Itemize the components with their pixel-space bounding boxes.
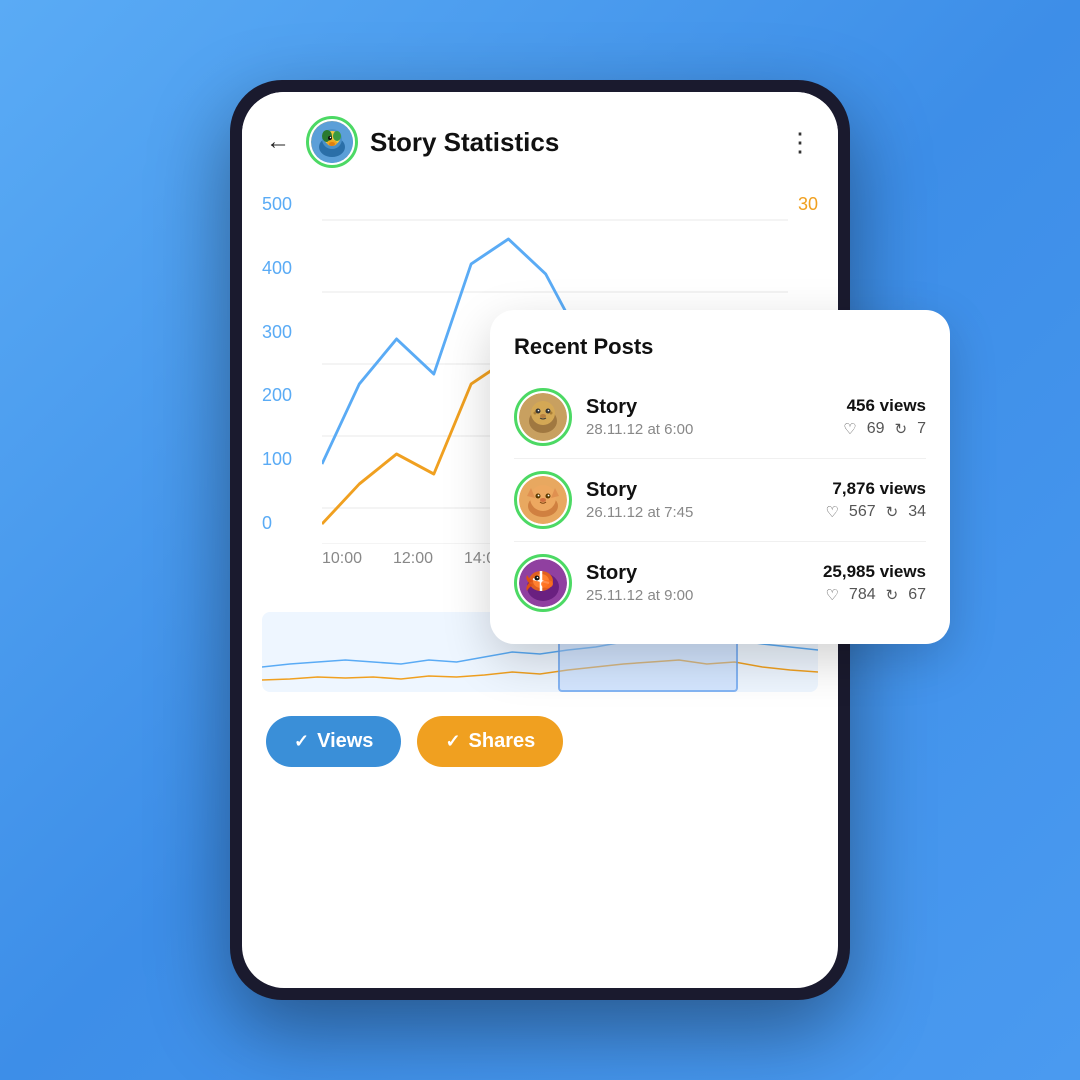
post-info-1: Story 28.11.12 at 6:00 — [586, 396, 829, 438]
parrot-icon — [311, 121, 353, 163]
post-stats-1: 456 views ♡ 69 ↻ 7 — [843, 396, 926, 438]
page-title: Story Statistics — [370, 127, 775, 158]
recent-posts-card: Recent Posts Story — [490, 310, 950, 644]
x-label-1200: 12:00 — [393, 550, 433, 568]
post-stats-2: 7,876 views ♡ 567 ↻ 34 — [825, 479, 926, 521]
post-info-2: Story 26.11.12 at 7:45 — [586, 479, 811, 521]
post-name-2: Story — [586, 479, 811, 502]
y-label-right-30: 30 — [798, 194, 818, 215]
y-axis-left: 500 400 300 200 100 0 — [262, 184, 292, 544]
post-avatar-3 — [519, 559, 567, 607]
recent-posts-title: Recent Posts — [514, 334, 926, 360]
x-label-1000: 10:00 — [322, 550, 362, 568]
post-item-3[interactable]: Story 25.11.12 at 9:00 25,985 views ♡ 78… — [514, 542, 926, 624]
post-date-2: 26.11.12 at 7:45 — [586, 504, 811, 521]
post-engagement-1: ♡ 69 ↻ 7 — [843, 420, 926, 438]
profile-avatar — [311, 121, 353, 163]
share-icon-3: ↻ — [886, 586, 899, 604]
post-views-3: 25,985 views — [823, 562, 926, 582]
shares-count-1: 7 — [917, 420, 926, 438]
post-name-3: Story — [586, 562, 809, 585]
more-options-button[interactable]: ⋮ — [787, 127, 814, 158]
shares-count-3: 67 — [908, 586, 926, 604]
post-avatar-1 — [519, 393, 567, 441]
post-name-1: Story — [586, 396, 829, 419]
post-item-2[interactable]: Story 26.11.12 at 7:45 7,876 views ♡ 567… — [514, 459, 926, 542]
views-label: Views — [317, 730, 373, 753]
y-label-400: 400 — [262, 258, 292, 279]
cat-icon — [519, 476, 567, 524]
profile-avatar-ring — [306, 116, 358, 168]
cheetah-icon — [519, 393, 567, 441]
share-icon-1: ↻ — [895, 420, 908, 438]
header: ← — [242, 92, 838, 184]
shares-count-2: 34 — [908, 503, 926, 521]
y-label-0: 0 — [262, 513, 292, 534]
post-avatar-2 — [519, 476, 567, 524]
post-date-1: 28.11.12 at 6:00 — [586, 421, 829, 438]
y-label-200: 200 — [262, 385, 292, 406]
shares-checkmark: ✓ — [445, 731, 460, 752]
likes-count-1: 69 — [867, 420, 885, 438]
post-views-2: 7,876 views — [825, 479, 926, 499]
post-stats-3: 25,985 views ♡ 784 ↻ 67 — [823, 562, 926, 604]
heart-icon-3: ♡ — [825, 586, 838, 604]
y-label-300: 300 — [262, 322, 292, 343]
likes-count-3: 784 — [849, 586, 876, 604]
post-avatar-ring-3 — [514, 554, 572, 612]
views-toggle-button[interactable]: ✓ Views — [266, 716, 401, 767]
share-icon-2: ↻ — [886, 503, 899, 521]
y-label-500: 500 — [262, 194, 292, 215]
post-engagement-2: ♡ 567 ↻ 34 — [825, 503, 926, 521]
post-avatar-ring-2 — [514, 471, 572, 529]
heart-icon-2: ♡ — [825, 503, 838, 521]
post-engagement-3: ♡ 784 ↻ 67 — [823, 586, 926, 604]
y-label-100: 100 — [262, 449, 292, 470]
views-checkmark: ✓ — [294, 731, 309, 752]
post-views-1: 456 views — [843, 396, 926, 416]
post-item-1[interactable]: Story 28.11.12 at 6:00 456 views ♡ 69 ↻ … — [514, 376, 926, 459]
shares-label: Shares — [469, 730, 536, 753]
toggle-row: ✓ Views ✓ Shares — [242, 700, 838, 783]
post-avatar-ring-1 — [514, 388, 572, 446]
shares-toggle-button[interactable]: ✓ Shares — [417, 716, 563, 767]
post-date-3: 25.11.12 at 9:00 — [586, 587, 809, 604]
heart-icon-1: ♡ — [843, 420, 856, 438]
post-info-3: Story 25.11.12 at 9:00 — [586, 562, 809, 604]
clownfish-icon — [519, 559, 567, 607]
likes-count-2: 567 — [849, 503, 876, 521]
back-button[interactable]: ← — [266, 128, 290, 156]
